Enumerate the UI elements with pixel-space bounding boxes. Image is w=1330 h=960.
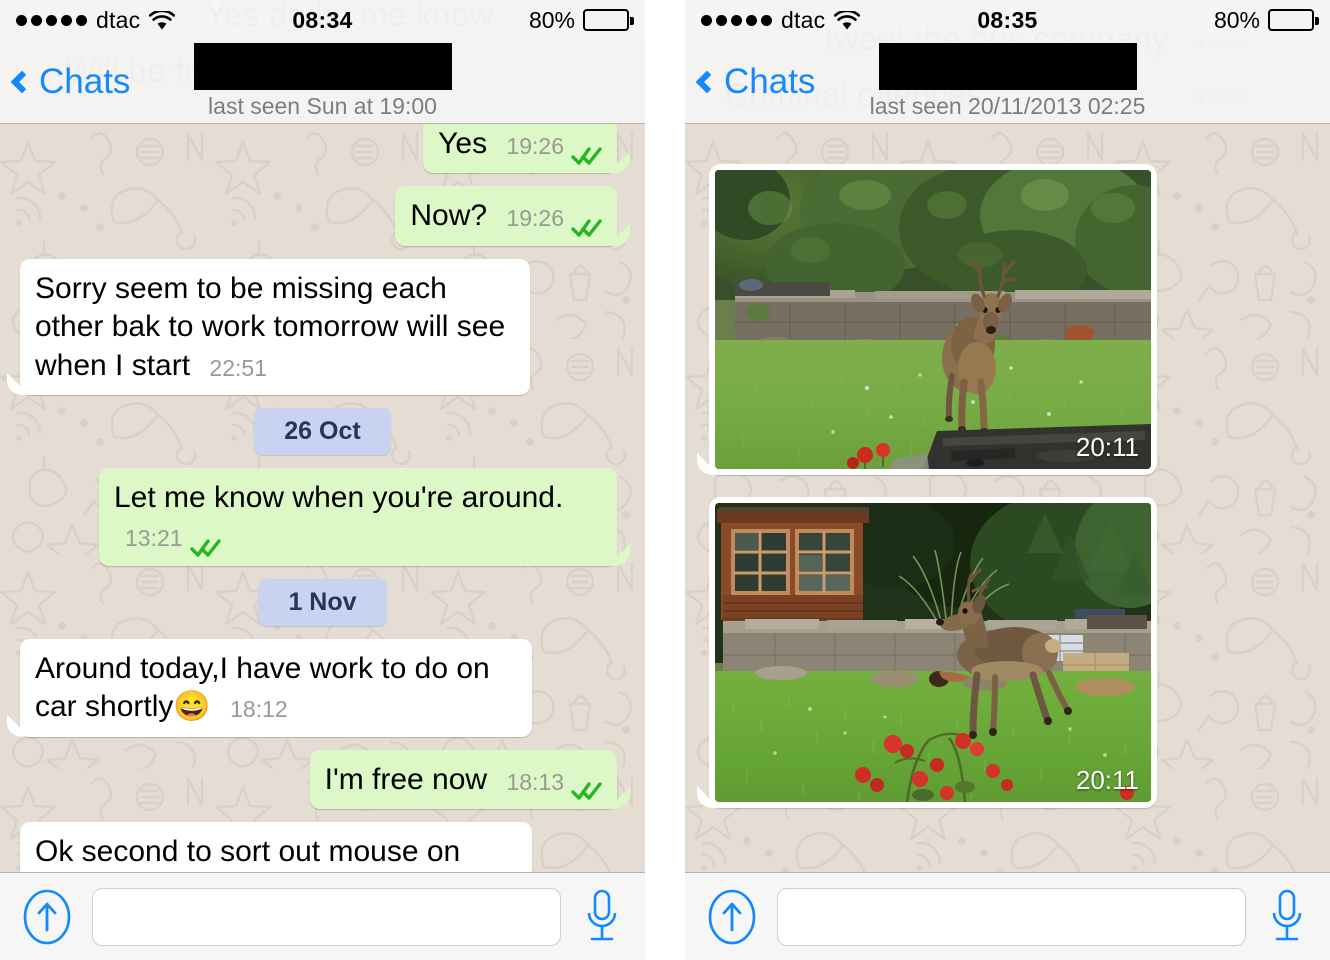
message-text: I'm free now <box>324 762 488 796</box>
message-meta: 18:12 <box>230 695 288 724</box>
outgoing-message-bubble[interactable]: Now? 19:26 <box>395 186 617 246</box>
chat-message-list[interactable]: Yes 19:26 Now? 19:26 Sorry seem to be mi… <box>0 124 645 872</box>
status-bar-left: dtac <box>701 6 861 34</box>
photo-timestamp: 20:11 <box>1075 432 1139 462</box>
message-meta: 19:26 <box>506 204 603 237</box>
photo-timestamp: 20:11 <box>1075 765 1139 795</box>
date-separator-row: 1 Nov <box>10 578 635 626</box>
message-text: Ok second to sort out mouse on mac <box>35 834 461 868</box>
battery-percent-label: 80% <box>528 6 575 33</box>
message-meta: 19:26 <box>506 132 603 165</box>
microphone-icon[interactable] <box>1266 887 1308 947</box>
message-timestamp: 18:12 <box>230 696 288 723</box>
outgoing-message-bubble[interactable]: Yes 19:26 <box>423 124 617 174</box>
dual-screenshot-container: Yes do let me know Will be fre 18:02 dta… <box>0 0 1330 960</box>
incoming-message-bubble[interactable]: Around today,I have work to do on car sh… <box>20 638 532 737</box>
outgoing-message-bubble[interactable]: Let me know when you're around. 13:21 <box>99 467 617 566</box>
contact-name-redaction-bar <box>193 43 452 90</box>
status-bar: dtac 08:34 80% <box>0 0 645 40</box>
message-row[interactable]: Sorry seem to be missing each other bak … <box>10 258 635 395</box>
navigation-bar: Chats last seen 20/11/2013 02:25 <box>685 40 1330 124</box>
status-bar-right: 80% <box>1213 6 1319 34</box>
incoming-message-bubble[interactable]: Sorry seem to be missing each other bak … <box>20 258 530 395</box>
arrow-up-circle-icon[interactable] <box>22 888 72 946</box>
panel-gutter <box>645 0 685 960</box>
message-row[interactable]: 20:11 <box>695 164 1320 475</box>
message-row[interactable]: Ok second to sort out mouse on mac 18:14 <box>10 821 635 872</box>
messages-container: 20:11 20:11 <box>685 124 1330 872</box>
message-text: Sorry seem to be missing each other bak … <box>35 271 506 382</box>
status-bar-right: 80% <box>528 6 634 34</box>
battery-icon <box>583 9 634 31</box>
incoming-photo-bubble[interactable]: 20:11 <box>709 164 1157 475</box>
battery-icon <box>1268 9 1319 31</box>
message-meta: 18:13 <box>506 768 603 800</box>
message-row[interactable]: Let me know when you're around. 13:21 <box>10 467 635 566</box>
incoming-message-bubble[interactable]: Ok second to sort out mouse on mac 18:14 <box>20 821 532 872</box>
outgoing-message-bubble[interactable]: I'm free now 18:13 <box>309 749 617 809</box>
signal-strength-icon <box>701 14 772 26</box>
last-seen-label: last seen 20/11/2013 02:25 <box>869 93 1146 119</box>
phone-screen-left: Yes do let me know Will be fre 18:02 dta… <box>0 0 645 960</box>
messages-container: Yes 19:26 Now? 19:26 Sorry seem to be mi… <box>0 124 645 872</box>
battery-percent-label: 80% <box>1213 6 1260 33</box>
chat-message-list[interactable]: 20:11 20:11 <box>685 124 1330 872</box>
message-text: Now? <box>410 199 488 233</box>
grinning-face-emoji: 😄 <box>173 690 211 724</box>
photo-deer-walking-past-shed[interactable]: 20:11 <box>715 503 1151 802</box>
date-separator: 26 Oct <box>254 407 391 455</box>
incoming-photo-bubble[interactable]: 20:11 <box>709 497 1157 808</box>
message-row[interactable]: Yes 19:26 <box>10 124 635 174</box>
arrow-up-circle-icon[interactable] <box>707 888 757 946</box>
chevron-left-icon <box>695 70 719 93</box>
message-timestamp: 19:26 <box>506 205 564 232</box>
status-bar: dtac 08:35 80% <box>685 0 1330 40</box>
message-timestamp: 13:21 <box>125 525 183 552</box>
message-timestamp: 22:51 <box>209 354 267 381</box>
double-check-icon <box>571 211 603 237</box>
message-meta: 13:21 <box>125 524 222 557</box>
message-row[interactable]: I'm free now 18:13 <box>10 749 635 809</box>
carrier-label: dtac <box>781 6 826 33</box>
message-input-bar <box>0 872 645 960</box>
message-row[interactable]: Around today,I have work to do on car sh… <box>10 638 635 737</box>
message-text: Let me know when you're around. <box>114 480 564 514</box>
back-to-chats-button[interactable]: Chats <box>695 61 816 102</box>
message-timestamp: 18:13 <box>506 768 564 795</box>
wifi-icon <box>149 9 176 30</box>
photo-deer-facing-camera[interactable]: 20:11 <box>715 170 1151 469</box>
message-meta: 22:51 <box>209 354 267 383</box>
chevron-left-icon <box>10 70 34 93</box>
message-text-input[interactable] <box>777 887 1246 946</box>
contact-name-redaction-bar <box>878 43 1137 90</box>
back-button-label: Chats <box>724 61 816 101</box>
signal-strength-icon <box>16 14 87 26</box>
date-separator: 1 Nov <box>258 578 387 626</box>
message-row[interactable]: 20:11 <box>695 497 1320 808</box>
double-check-icon <box>189 531 222 557</box>
double-check-icon <box>571 139 603 165</box>
wifi-icon <box>834 9 861 30</box>
message-timestamp: 19:26 <box>506 133 564 159</box>
date-separator-row: 26 Oct <box>10 407 635 455</box>
last-seen-label: last seen Sun at 19:00 <box>208 93 437 119</box>
back-button-label: Chats <box>39 61 131 101</box>
double-check-icon <box>571 774 603 800</box>
back-to-chats-button[interactable]: Chats <box>10 61 131 102</box>
message-row[interactable]: Now? 19:26 <box>10 186 635 246</box>
message-text-input[interactable] <box>92 887 561 946</box>
message-text: Yes <box>438 127 488 160</box>
microphone-icon[interactable] <box>581 887 623 947</box>
navigation-bar: Chats last seen Sun at 19:00 <box>0 40 645 124</box>
phone-screen-right: tweet the bus company Criminal offences … <box>685 0 1330 960</box>
status-bar-left: dtac <box>16 6 176 34</box>
message-input-bar <box>685 872 1330 960</box>
carrier-label: dtac <box>96 6 141 33</box>
